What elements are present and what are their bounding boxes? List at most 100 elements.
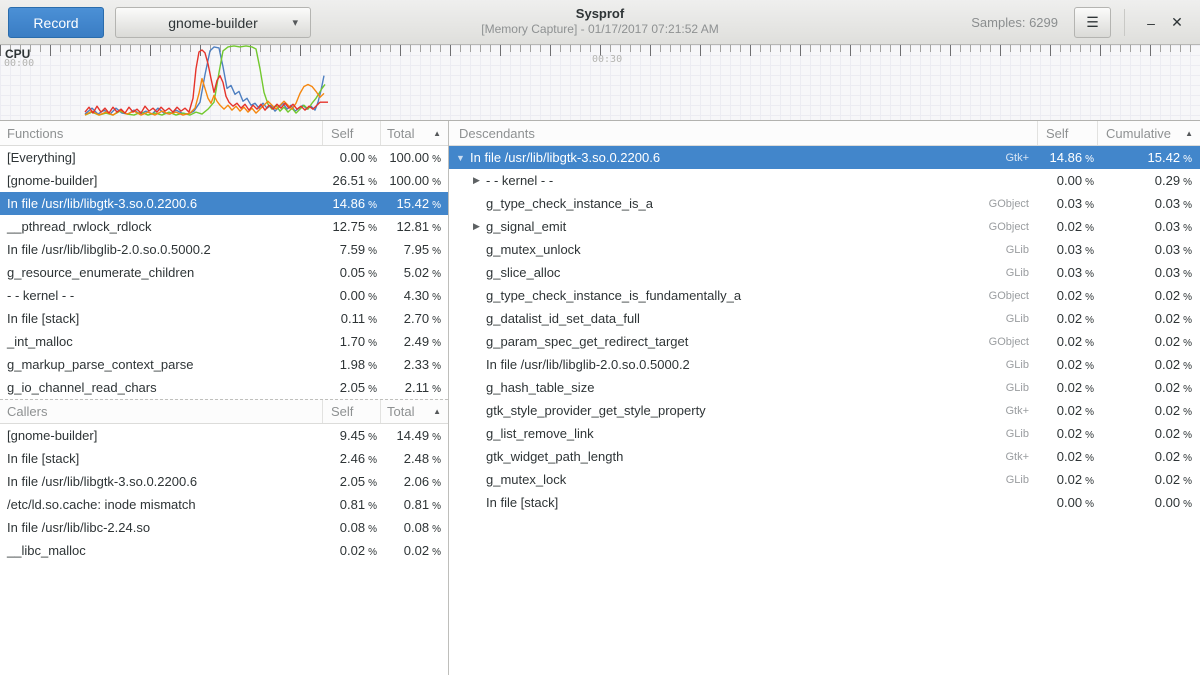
callers-rows: [gnome-builder]9.45%14.49%In file [stack… (0, 424, 448, 562)
percent-sign: % (432, 361, 441, 372)
table-row[interactable]: [gnome-builder]26.51%100.00% (0, 169, 448, 192)
table-row[interactable]: In file [stack]2.46%2.48% (0, 447, 448, 470)
table-row[interactable]: g_markup_parse_context_parse1.98%2.33% (0, 353, 448, 376)
percent-sign: % (1183, 200, 1192, 211)
column-total[interactable]: Total ▲ (380, 400, 448, 423)
column-callers[interactable]: Callers (0, 404, 322, 419)
table-row[interactable]: gtk_style_provider_get_style_propertyGtk… (449, 399, 1200, 422)
record-button[interactable]: Record (8, 7, 104, 38)
sort-ascending-icon: ▲ (433, 129, 441, 138)
table-row[interactable]: In file [stack]0.11%2.70% (0, 307, 448, 330)
function-name: g_param_spec_get_redirect_target (483, 334, 989, 349)
descendant-cell: g_param_spec_get_redirect_targetGObject (449, 334, 1037, 349)
percent-sign: % (368, 338, 377, 349)
self-value: 0.81% (322, 497, 380, 512)
library-badge: GLib (1006, 382, 1029, 394)
table-row[interactable]: In file [stack]0.00%0.00% (449, 491, 1200, 514)
percent-sign: % (1183, 292, 1192, 303)
self-value: 26.51% (322, 173, 380, 188)
process-selector-dropdown[interactable]: gnome-builder ▾ (115, 7, 311, 38)
self-value: 9.45% (322, 428, 380, 443)
expander-icon[interactable]: ▶ (470, 221, 483, 232)
table-row[interactable]: gtk_widget_path_lengthGtk+0.02%0.02% (449, 445, 1200, 468)
percent-sign: % (1085, 338, 1094, 349)
table-row[interactable]: /etc/ld.so.cache: inode mismatch0.81%0.8… (0, 493, 448, 516)
window-title: Sysprof (320, 6, 880, 22)
table-row[interactable]: g_datalist_id_set_data_fullGLib0.02%0.02… (449, 307, 1200, 330)
table-row[interactable]: [gnome-builder]9.45%14.49% (0, 424, 448, 447)
time-label-mid: 00:30 (592, 54, 622, 65)
table-row[interactable]: In file /usr/lib/libglib-2.0.so.0.5000.2… (449, 353, 1200, 376)
close-icon: ✕ (1171, 14, 1183, 31)
cpu-graph[interactable]: CPU 00:00 00:30 (0, 45, 1200, 121)
descendants-panel: Descendants Self Cumulative ▲ ▼In file /… (449, 121, 1200, 675)
cumulative-value: 0.02% (1097, 288, 1200, 303)
table-row[interactable]: __libc_malloc0.02%0.02% (0, 539, 448, 562)
table-row[interactable]: ▶g_signal_emitGObject0.02%0.03% (449, 215, 1200, 238)
percent-sign: % (368, 384, 377, 395)
self-value: 7.59% (322, 242, 380, 257)
function-name: - - kernel - - (483, 173, 1029, 188)
total-value: 15.42% (380, 196, 448, 211)
function-name: In file /usr/lib/libgtk-3.so.0.2200.6 (0, 474, 322, 489)
function-name: In file /usr/lib/libglib-2.0.so.0.5000.2 (483, 357, 1006, 372)
percent-sign: % (1183, 177, 1192, 188)
library-badge: GObject (989, 336, 1029, 348)
percent-sign: % (1085, 177, 1094, 188)
expander-icon[interactable]: ▶ (470, 175, 483, 186)
close-button[interactable]: ✕ (1164, 7, 1190, 38)
table-row[interactable]: __pthread_rwlock_rdlock12.75%12.81% (0, 215, 448, 238)
table-row[interactable]: ▶- - kernel - -0.00%0.29% (449, 169, 1200, 192)
window-subtitle: [Memory Capture] - 01/17/2017 07:21:52 A… (320, 22, 880, 37)
table-row[interactable]: In file /usr/lib/libgtk-3.so.0.2200.614.… (0, 192, 448, 215)
function-name: g_type_check_instance_is_fundamentally_a (483, 288, 989, 303)
table-row[interactable]: g_mutex_unlockGLib0.03%0.03% (449, 238, 1200, 261)
table-row[interactable]: In file /usr/lib/libgtk-3.so.0.2200.62.0… (0, 470, 448, 493)
expander-icon[interactable]: ▼ (454, 153, 467, 163)
table-row[interactable]: In file /usr/lib/libglib-2.0.so.0.5000.2… (0, 238, 448, 261)
self-value: 2.05% (322, 380, 380, 395)
table-row[interactable]: g_type_check_instance_is_fundamentally_a… (449, 284, 1200, 307)
table-row[interactable]: - - kernel - -0.00%4.30% (0, 284, 448, 307)
table-row[interactable]: g_list_remove_linkGLib0.02%0.02% (449, 422, 1200, 445)
process-selector-label: gnome-builder (168, 15, 258, 31)
table-row[interactable]: [Everything]0.00%100.00% (0, 146, 448, 169)
library-badge: GLib (1006, 313, 1029, 325)
function-name: - - kernel - - (0, 288, 322, 303)
descendant-cell: In file [stack] (449, 495, 1037, 510)
percent-sign: % (432, 338, 441, 349)
minimize-button[interactable]: – (1138, 7, 1164, 38)
percent-sign: % (1085, 499, 1094, 510)
self-value: 0.02% (1037, 311, 1097, 326)
column-self[interactable]: Self (322, 400, 380, 423)
function-name: In file /usr/lib/libgtk-3.so.0.2200.6 (0, 196, 322, 211)
total-value: 0.08% (380, 520, 448, 535)
descendant-cell: g_type_check_instance_is_aGObject (449, 196, 1037, 211)
percent-sign: % (432, 478, 441, 489)
column-descendants[interactable]: Descendants (449, 126, 1037, 141)
table-row[interactable]: g_resource_enumerate_children0.05%5.02% (0, 261, 448, 284)
descendant-cell: g_list_remove_linkGLib (449, 426, 1037, 441)
table-row[interactable]: g_mutex_lockGLib0.02%0.02% (449, 468, 1200, 491)
table-row[interactable]: g_hash_table_sizeGLib0.02%0.02% (449, 376, 1200, 399)
function-name: g_io_channel_read_chars (0, 380, 322, 395)
column-self[interactable]: Self (1037, 121, 1097, 145)
percent-sign: % (1183, 223, 1192, 234)
callers-panel: Callers Self Total ▲ [gnome-builder]9.45… (0, 399, 448, 562)
table-row[interactable]: g_type_check_instance_is_aGObject0.03%0.… (449, 192, 1200, 215)
table-row[interactable]: ▼In file /usr/lib/libgtk-3.so.0.2200.6Gt… (449, 146, 1200, 169)
table-row[interactable]: g_slice_allocGLib0.03%0.03% (449, 261, 1200, 284)
column-self[interactable]: Self (322, 121, 380, 145)
self-value: 2.46% (322, 451, 380, 466)
table-row[interactable]: In file /usr/lib/libc-2.24.so0.08%0.08% (0, 516, 448, 539)
column-functions[interactable]: Functions (0, 126, 322, 141)
table-row[interactable]: g_io_channel_read_chars2.05%2.11% (0, 376, 448, 399)
column-cumulative[interactable]: Cumulative ▲ (1097, 121, 1200, 145)
descendants-header: Descendants Self Cumulative ▲ (449, 121, 1200, 146)
percent-sign: % (432, 223, 441, 234)
menu-button[interactable]: ☰ (1074, 7, 1111, 38)
table-row[interactable]: g_param_spec_get_redirect_targetGObject0… (449, 330, 1200, 353)
column-total[interactable]: Total ▲ (380, 121, 448, 145)
self-value: 0.02% (1037, 288, 1097, 303)
table-row[interactable]: _int_malloc1.70%2.49% (0, 330, 448, 353)
